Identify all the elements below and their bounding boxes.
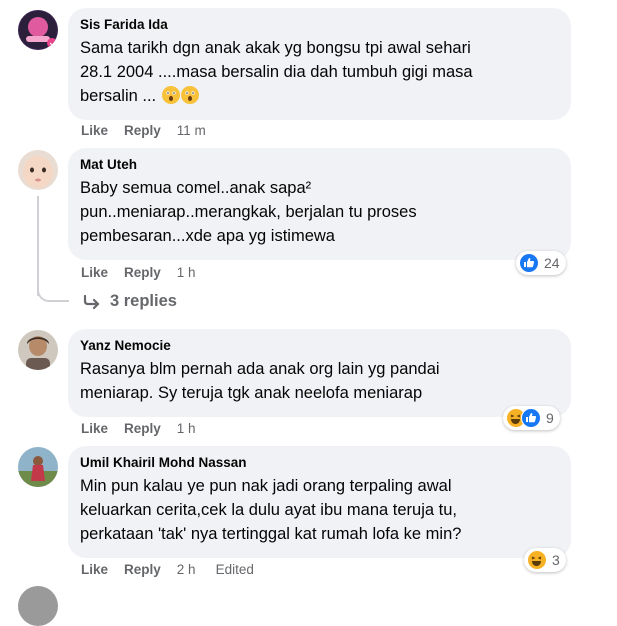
- reply-button[interactable]: Reply: [124, 562, 161, 577]
- comment-actions: Like Reply 2 h Edited: [81, 562, 254, 577]
- comment-line: 28.1 2004 ....masa bersalin dia dah tumb…: [80, 63, 473, 81]
- comment-bubble: Umil Khairil Mohd Nassan Min pun kalau y…: [68, 446, 571, 558]
- reaction-count: 9: [546, 410, 554, 426]
- edited-label[interactable]: Edited: [216, 562, 254, 577]
- avatar-image: [19, 11, 57, 49]
- comment-actions: Like Reply 1 h: [81, 265, 216, 280]
- comment-actions: Like Reply 11 m: [81, 123, 226, 138]
- avatar[interactable]: [18, 447, 58, 487]
- comment-author[interactable]: Umil Khairil Mohd Nassan: [80, 454, 559, 471]
- comment-line: pembesaran...xde apa yg istimewa: [80, 227, 335, 245]
- comment-author[interactable]: Mat Uteh: [80, 156, 559, 173]
- avatar[interactable]: [18, 150, 58, 190]
- astonished-face-emoji: [180, 86, 199, 104]
- comment-line: bersalin ...: [80, 87, 157, 105]
- avatar[interactable]: [18, 10, 58, 50]
- timestamp[interactable]: 11 m: [177, 123, 206, 138]
- comment-author[interactable]: Yanz Nemocie: [80, 337, 559, 354]
- avatar-image: [18, 447, 58, 487]
- comment-author[interactable]: Sis Farida Ida: [80, 16, 559, 33]
- thread-connector: [37, 270, 69, 302]
- like-button[interactable]: Like: [81, 123, 108, 138]
- reaction-count: 24: [544, 255, 560, 271]
- reply-button[interactable]: Reply: [124, 265, 161, 280]
- reaction-summary[interactable]: 9: [503, 406, 560, 430]
- comment-text: Baby semua comel..anak sapa² pun..meniar…: [80, 176, 559, 248]
- reaction-summary[interactable]: 3: [524, 548, 566, 572]
- comment-line: Baby semua comel..anak sapa²: [80, 179, 312, 197]
- comment-line-with-emoji: bersalin ...: [80, 84, 559, 108]
- comment-bubble: Mat Uteh Baby semua comel..anak sapa² pu…: [68, 148, 571, 260]
- reply-button[interactable]: Reply: [124, 421, 161, 436]
- reaction-count: 3: [552, 552, 560, 568]
- like-button[interactable]: Like: [81, 562, 108, 577]
- avatar[interactable]: [18, 586, 58, 626]
- comment-line: keluarkan cerita,cek la dulu ayat ibu ma…: [80, 501, 457, 519]
- replies-label: 3 replies: [110, 292, 177, 310]
- timestamp[interactable]: 1 h: [177, 421, 196, 436]
- comment-bubble: Yanz Nemocie Rasanya blm pernah ada anak…: [68, 329, 571, 417]
- reply-arrow-icon: [82, 294, 102, 310]
- like-reaction-icon: [521, 408, 541, 428]
- view-replies-button[interactable]: 3 replies: [82, 292, 177, 311]
- comment-line: perkataan 'tak' nya tertinggal kat rumah…: [80, 525, 462, 543]
- comment-text: Rasanya blm pernah ada anak org lain yg …: [80, 357, 559, 405]
- comment-bubble: Sis Farida Ida Sama tarikh dgn anak akak…: [68, 8, 571, 120]
- like-button[interactable]: Like: [81, 265, 108, 280]
- timestamp[interactable]: 2 h: [177, 562, 196, 577]
- avatar-image: [18, 330, 58, 370]
- comment-line: pun..meniarap..merangkak, berjalan tu pr…: [80, 203, 417, 221]
- like-reaction-icon: [519, 253, 539, 273]
- comment-line: Sama tarikh dgn anak akak yg bongsu tpi …: [80, 39, 471, 57]
- avatar-image: [18, 150, 58, 190]
- comment-line: meniarap. Sy teruja tgk anak neelofa men…: [80, 384, 423, 402]
- avatar[interactable]: [18, 330, 58, 370]
- reply-button[interactable]: Reply: [124, 123, 161, 138]
- like-button[interactable]: Like: [81, 421, 108, 436]
- reaction-summary[interactable]: 24: [516, 251, 566, 275]
- comment-text: Sama tarikh dgn anak akak yg bongsu tpi …: [80, 36, 559, 108]
- comment-actions: Like Reply 1 h: [81, 421, 216, 436]
- haha-reaction-icon: [527, 550, 547, 570]
- comment-line: Min pun kalau ye pun nak jadi orang terp…: [80, 477, 452, 495]
- astonished-face-emoji: [161, 86, 180, 104]
- comment-line: Rasanya blm pernah ada anak org lain yg …: [80, 360, 440, 378]
- comment-text: Min pun kalau ye pun nak jadi orang terp…: [80, 474, 559, 546]
- timestamp[interactable]: 1 h: [177, 265, 196, 280]
